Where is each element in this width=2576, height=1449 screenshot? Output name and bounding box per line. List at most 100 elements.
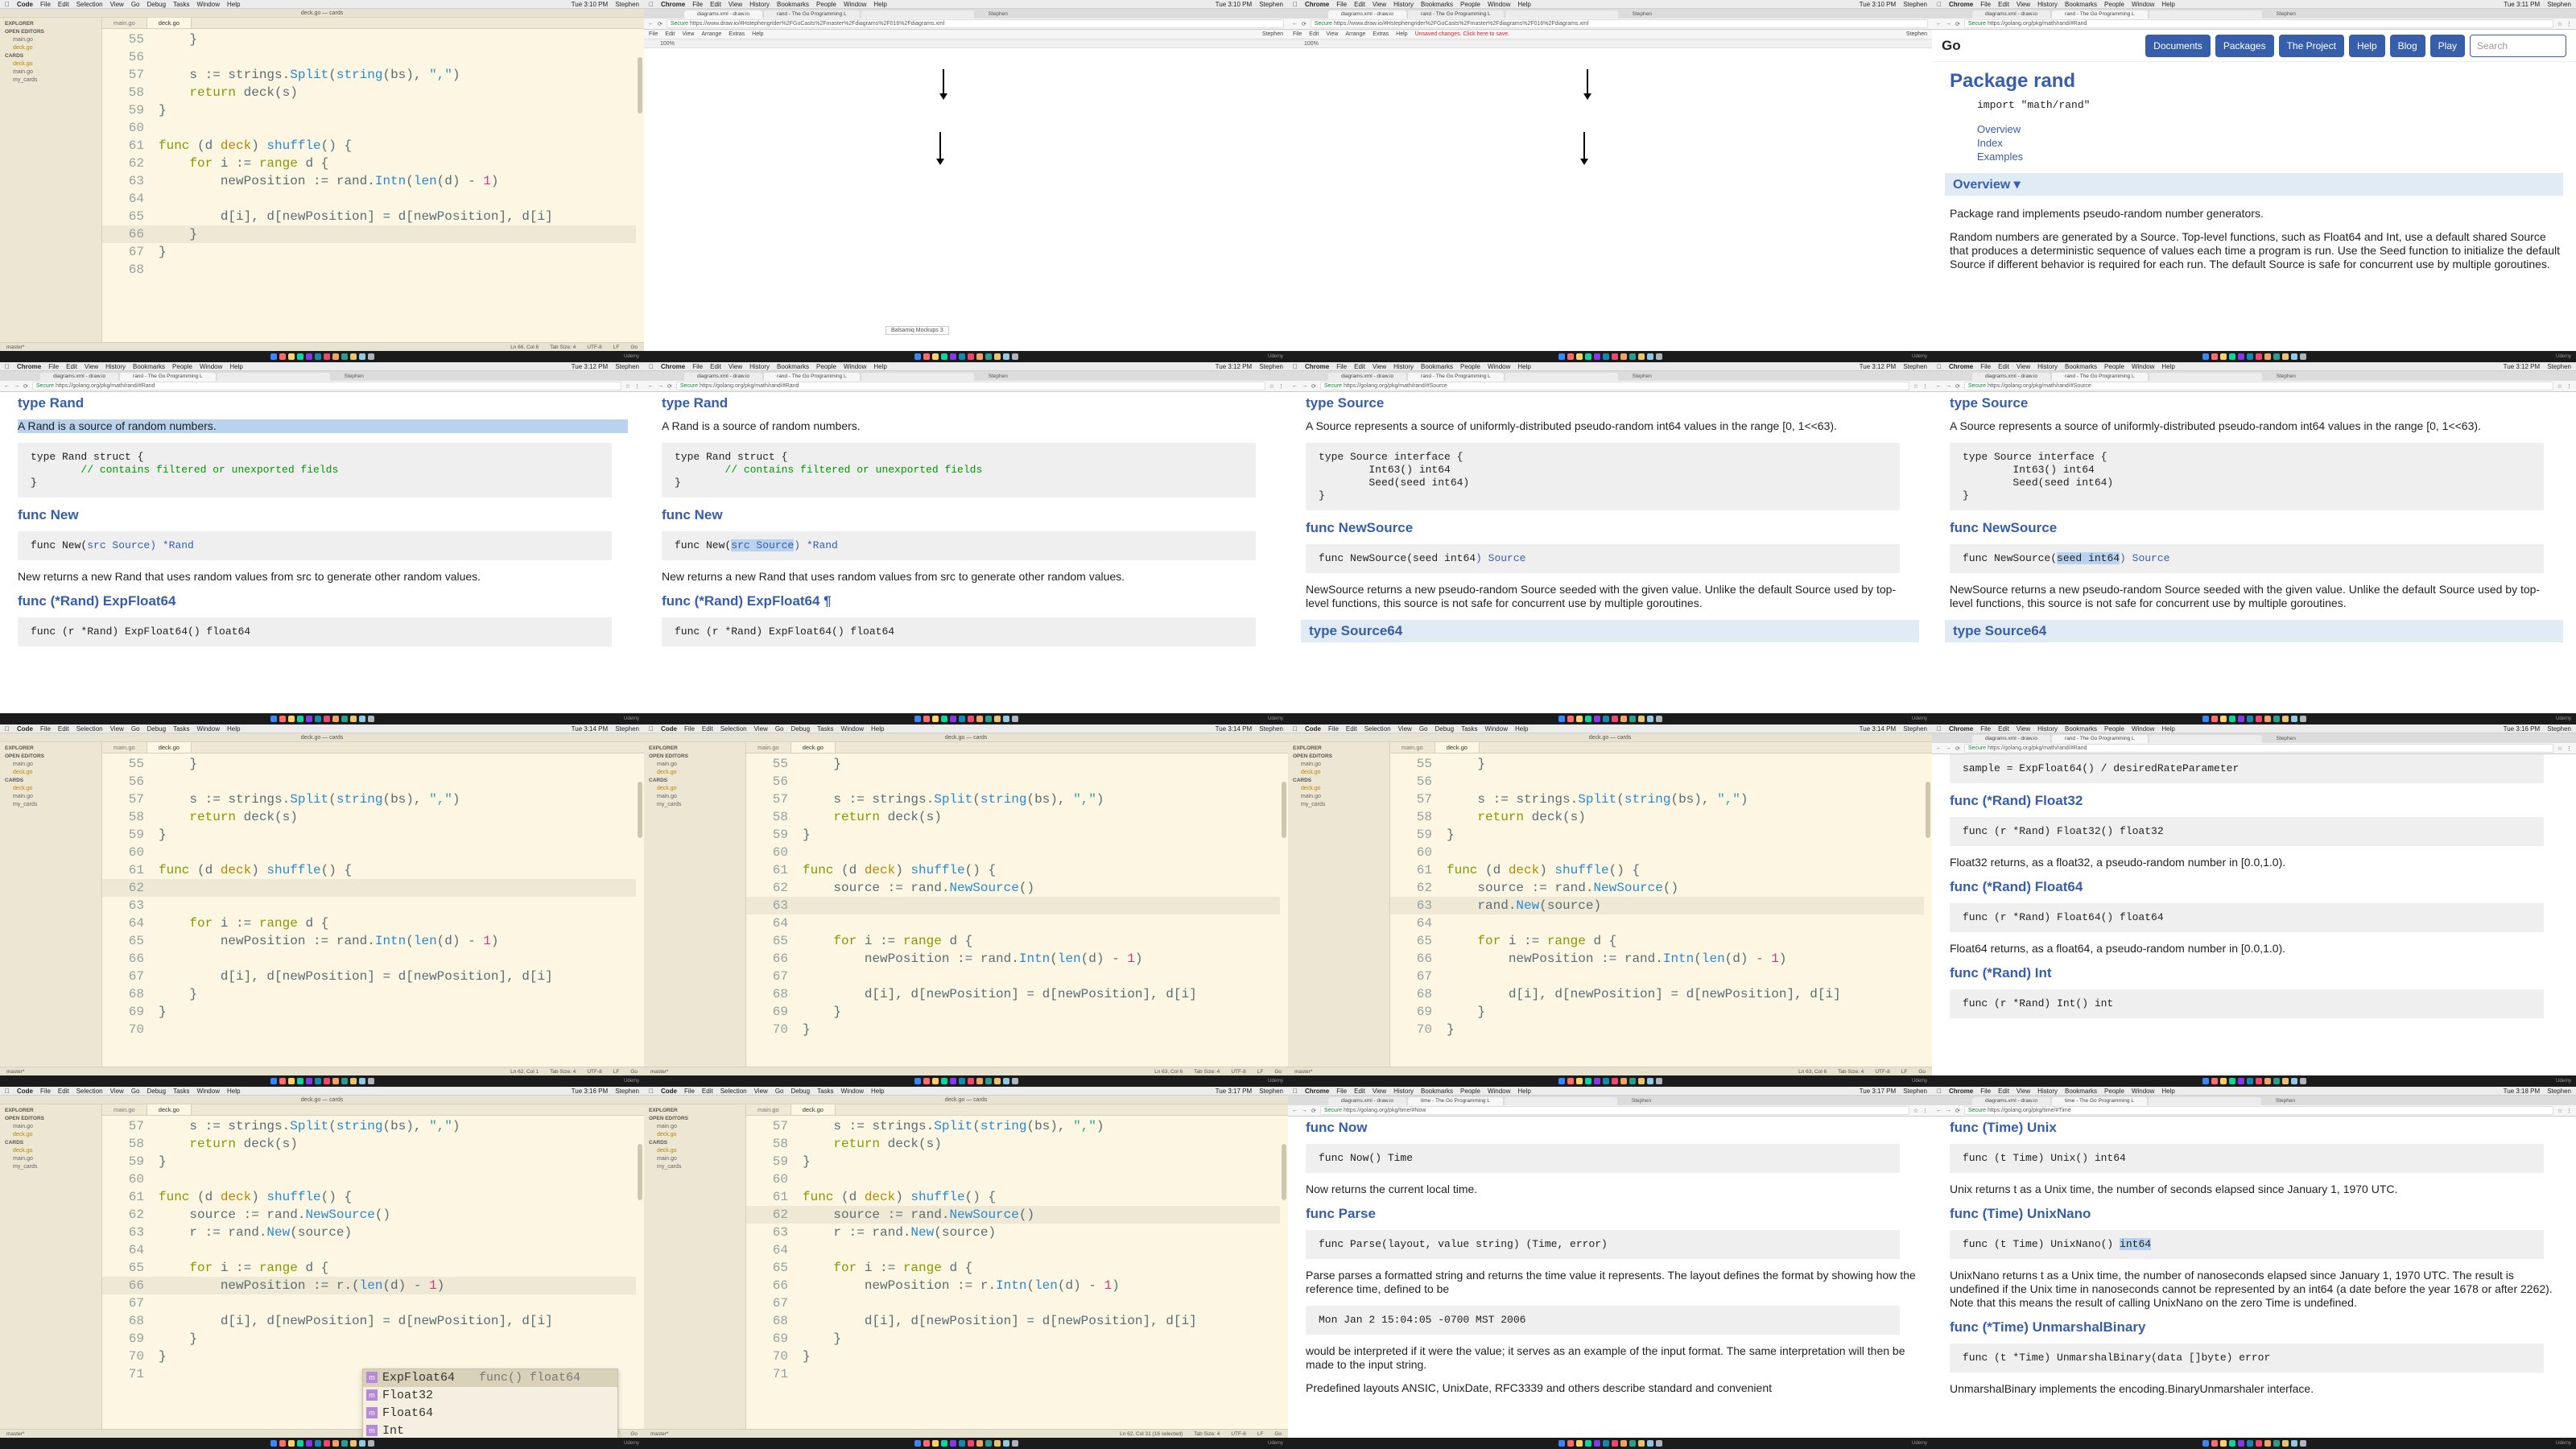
dock-app-icon[interactable]: [349, 1078, 357, 1084]
menubar-item[interactable]: Edit: [710, 363, 721, 370]
code-area[interactable]: 55 } 56 57 s := strings.Split(string(bs), …: [102, 755, 636, 1067]
dock-app-icon[interactable]: [1620, 716, 1627, 722]
dock-app-icon[interactable]: [967, 353, 974, 360]
code-area[interactable]: 55 } 56 57 s := strings.Split(string(bs), …: [1390, 755, 1924, 1067]
dock-app-icon[interactable]: [287, 1078, 295, 1084]
code-line[interactable]: 59}: [102, 826, 636, 844]
code-line[interactable]: 65 newPosition := rand.Intn(len(d) - 1): [102, 932, 636, 950]
dock-app-icon[interactable]: [1637, 1440, 1645, 1447]
code-line[interactable]: 65 for i := range d {: [746, 932, 1280, 950]
apple-icon[interactable]: : [1937, 725, 1942, 733]
back-icon[interactable]: ←: [1936, 383, 1942, 389]
menubar-item[interactable]: Help: [873, 363, 886, 370]
code-line[interactable]: 64 for i := range d {: [102, 914, 636, 932]
dock-app-icon[interactable]: [976, 353, 983, 360]
browser-tab[interactable]: diagrams.xml - draw.io: [1972, 10, 2051, 19]
code-line[interactable]: 58 return deck(s): [746, 808, 1280, 826]
menubar-item[interactable]: Bookmarks: [133, 363, 165, 370]
open-editor-main[interactable]: main.go: [5, 36, 97, 44]
menubar-item[interactable]: Window: [197, 725, 220, 733]
code-line[interactable]: 57 s := strings.Split(string(bs), ","): [102, 791, 636, 808]
menubar-user[interactable]: Stephen: [615, 1, 639, 8]
dock-app-icon[interactable]: [1002, 1078, 1009, 1084]
dock-app-icon[interactable]: [1567, 716, 1574, 722]
code-line[interactable]: 65 d[i], d[newPosition] = d[newPosition]…: [102, 208, 636, 225]
menubar-item[interactable]: Chrome: [1949, 725, 1973, 733]
menubar-item[interactable]: Edit: [58, 725, 69, 733]
menubar-user[interactable]: Stephen: [1259, 725, 1283, 733]
dock-app-icon[interactable]: [2255, 1078, 2262, 1084]
dock-app-icon[interactable]: [296, 1440, 303, 1447]
line-ending[interactable]: LF: [613, 345, 620, 350]
nav-button[interactable]: The Project: [2278, 34, 2344, 57]
tab-main-go[interactable]: main.go: [102, 18, 147, 28]
func-new-heading[interactable]: func New: [662, 507, 1288, 523]
menubar-user[interactable]: Stephen: [1903, 1088, 1927, 1095]
dock-app-icon[interactable]: [1575, 1078, 1583, 1084]
code-line[interactable]: 64: [102, 190, 636, 208]
profile-name[interactable]: Stephen: [2263, 1097, 2308, 1105]
dock-app-icon[interactable]: [993, 1078, 1001, 1084]
browser-tab[interactable]: diagrams.xml - draw.io: [1972, 1097, 2051, 1105]
scrollbar[interactable]: [638, 57, 642, 114]
file-item[interactable]: deck.go: [649, 1147, 741, 1155]
dock-app-icon[interactable]: [940, 353, 947, 360]
back-icon[interactable]: ←: [1292, 383, 1298, 389]
code-line[interactable]: 55 }: [102, 31, 636, 48]
func-unmarshal-heading[interactable]: func (*Time) UnmarshalBinary: [1950, 1319, 2576, 1335]
cards-folder[interactable]: CARDS: [5, 777, 97, 785]
menubar-item[interactable]: Debug: [791, 1088, 810, 1095]
func-newsource-heading[interactable]: func NewSource: [1306, 520, 1932, 536]
dock-app-icon[interactable]: [296, 353, 303, 360]
menubar-item[interactable]: Debug: [147, 1, 166, 8]
cursor-position[interactable]: Ln 66, Col 6: [510, 345, 539, 350]
dock-app-icon[interactable]: [976, 716, 983, 722]
code-line[interactable]: 62 for i := range d {: [102, 155, 636, 172]
menubar-item[interactable]: Debug: [147, 725, 166, 733]
menubar-item[interactable]: Window: [2132, 1, 2154, 8]
code-line[interactable]: 61 func (d deck) shuffle() {: [102, 861, 636, 879]
open-editor-deck[interactable]: deck.go: [5, 769, 97, 777]
dock-app-icon[interactable]: [349, 353, 357, 360]
open-editor-main[interactable]: main.go: [1293, 761, 1385, 769]
reload-icon[interactable]: ⟳: [23, 383, 28, 390]
apple-icon[interactable]: : [649, 1088, 654, 1095]
dock-app-icon[interactable]: [358, 1440, 365, 1447]
git-branch[interactable]: master*: [6, 345, 24, 350]
nav-button[interactable]: Blog: [2389, 34, 2425, 57]
menubar-item[interactable]: Help: [227, 1088, 240, 1095]
dock-app-icon[interactable]: [358, 353, 365, 360]
type-source64-heading[interactable]: type Source64: [1301, 620, 1919, 642]
menubar-item[interactable]: View: [729, 363, 742, 370]
code-line[interactable]: 68 d[i], d[newPosition] = d[newPosition]…: [102, 1312, 636, 1330]
code-line[interactable]: 63 rand.New(source): [1390, 897, 1924, 914]
dock-app-icon[interactable]: [931, 353, 939, 360]
dock-app-icon[interactable]: [358, 716, 365, 722]
dock-app-icon[interactable]: [2202, 1078, 2209, 1084]
dock-app-icon[interactable]: [1655, 353, 1662, 360]
encoding[interactable]: UTF-8: [587, 1069, 601, 1075]
menubar-item[interactable]: Window: [2132, 363, 2154, 370]
dock-app-icon[interactable]: [287, 716, 295, 722]
dock-app-icon[interactable]: [1011, 353, 1018, 360]
dock-app-icon[interactable]: [1567, 1078, 1574, 1084]
func-unixnano-heading[interactable]: func (Time) UnixNano: [1950, 1206, 2576, 1222]
menubar-item[interactable]: Tasks: [817, 1088, 833, 1095]
back-icon[interactable]: ←: [1292, 1108, 1298, 1113]
menubar-item[interactable]: History: [105, 363, 126, 370]
address-bar[interactable]: Secure https://golang.org/pkg/math/rand/…: [1319, 382, 1909, 390]
dock-app-icon[interactable]: [958, 1440, 965, 1447]
menubar-item[interactable]: Go: [131, 1088, 140, 1095]
dock-app-icon[interactable]: [332, 716, 339, 722]
menubar-item[interactable]: Selection: [76, 1, 103, 8]
code-line[interactable]: 58 return deck(s): [102, 808, 636, 826]
overview-heading[interactable]: Overview ▾: [1945, 173, 2563, 196]
code-line[interactable]: 60: [102, 119, 636, 137]
dock-app-icon[interactable]: [993, 1440, 1001, 1447]
dock-app-icon[interactable]: [2228, 353, 2235, 360]
cards-folder[interactable]: CARDS: [1293, 777, 1385, 785]
dock-app-icon[interactable]: [2281, 1078, 2289, 1084]
code-line[interactable]: 61 func (d deck) shuffle() {: [102, 137, 636, 155]
star-icon[interactable]: ☆: [2557, 1108, 2562, 1114]
dock-app-icon[interactable]: [1558, 353, 1565, 360]
